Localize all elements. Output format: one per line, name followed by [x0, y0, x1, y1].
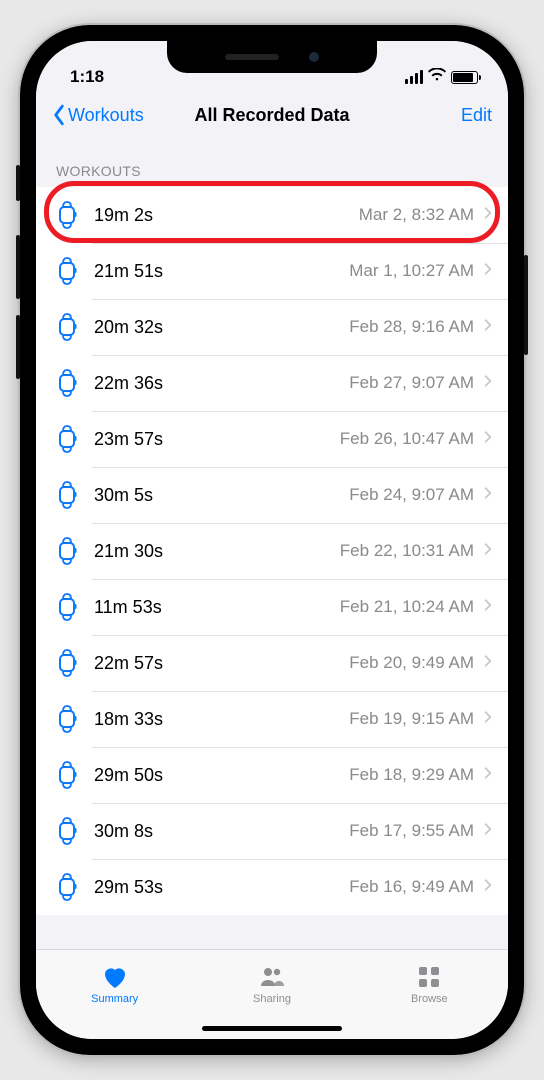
cellular-icon	[405, 70, 423, 84]
watch-icon	[54, 423, 80, 455]
workout-row[interactable]: 22m 57s Feb 20, 9:49 AM	[36, 635, 508, 691]
watch-icon	[54, 535, 80, 567]
workout-date: Feb 28, 9:16 AM	[349, 317, 474, 337]
chevron-right-icon	[484, 598, 492, 617]
workout-row[interactable]: 29m 50s Feb 18, 9:29 AM	[36, 747, 508, 803]
workout-duration: 20m 32s	[94, 317, 163, 338]
workout-date: Mar 2, 8:32 AM	[359, 205, 474, 225]
workout-row[interactable]: 30m 8s Feb 17, 9:55 AM	[36, 803, 508, 859]
workout-row[interactable]: 19m 2s Mar 2, 8:32 AM	[36, 187, 508, 243]
chevron-right-icon	[484, 318, 492, 337]
workout-duration: 21m 51s	[94, 261, 163, 282]
watch-icon	[54, 199, 80, 231]
heart-icon	[101, 964, 129, 990]
workout-duration: 30m 8s	[94, 821, 153, 842]
tab-browse[interactable]: Browse	[351, 950, 508, 1019]
tab-label: Browse	[411, 993, 448, 1005]
watch-icon	[54, 703, 80, 735]
mute-switch	[16, 165, 20, 201]
workout-date: Feb 18, 9:29 AM	[349, 765, 474, 785]
chevron-right-icon	[484, 878, 492, 897]
tab-summary[interactable]: Summary	[36, 950, 193, 1019]
edit-button[interactable]: Edit	[461, 105, 492, 126]
workout-date: Feb 21, 10:24 AM	[340, 597, 474, 617]
watch-icon	[54, 367, 80, 399]
watch-icon	[54, 311, 80, 343]
chevron-right-icon	[484, 654, 492, 673]
workout-row[interactable]: 20m 32s Feb 28, 9:16 AM	[36, 299, 508, 355]
chevron-right-icon	[484, 710, 492, 729]
workout-row[interactable]: 18m 33s Feb 19, 9:15 AM	[36, 691, 508, 747]
workout-row[interactable]: 23m 57s Feb 26, 10:47 AM	[36, 411, 508, 467]
volume-up	[16, 235, 20, 299]
watch-icon	[54, 591, 80, 623]
watch-icon	[54, 871, 80, 903]
workout-row[interactable]: 29m 53s Feb 16, 9:49 AM	[36, 859, 508, 915]
watch-icon	[54, 479, 80, 511]
back-label: Workouts	[68, 105, 144, 126]
notch	[167, 41, 377, 73]
chevron-right-icon	[484, 374, 492, 393]
workout-duration: 30m 5s	[94, 485, 153, 506]
watch-icon	[54, 815, 80, 847]
screen: 1:18 Workouts All Recorded Data Edit	[36, 41, 508, 1039]
workout-list: 19m 2s Mar 2, 8:32 AM 21m 51s Mar 1, 10:27 …	[36, 187, 508, 915]
workout-date: Feb 20, 9:49 AM	[349, 653, 474, 673]
back-button[interactable]: Workouts	[52, 104, 144, 126]
section-header: WORKOUTS	[36, 141, 508, 187]
workout-row[interactable]: 21m 51s Mar 1, 10:27 AM	[36, 243, 508, 299]
chevron-right-icon	[484, 486, 492, 505]
nav-bar: Workouts All Recorded Data Edit	[36, 89, 508, 141]
chevron-right-icon	[484, 822, 492, 841]
workout-date: Feb 22, 10:31 AM	[340, 541, 474, 561]
content-area[interactable]: WORKOUTS 19m 2s Mar 2, 8:32 AM 21m 51s Mar …	[36, 141, 508, 949]
grid-icon	[415, 964, 443, 990]
workout-duration: 18m 33s	[94, 709, 163, 730]
tab-label: Summary	[91, 993, 138, 1005]
chevron-left-icon	[52, 104, 66, 126]
chevron-right-icon	[484, 430, 492, 449]
workout-duration: 23m 57s	[94, 429, 163, 450]
tab-label: Sharing	[253, 993, 291, 1005]
workout-date: Feb 26, 10:47 AM	[340, 429, 474, 449]
volume-down	[16, 315, 20, 379]
workout-row[interactable]: 21m 30s Feb 22, 10:31 AM	[36, 523, 508, 579]
watch-icon	[54, 759, 80, 791]
chevron-right-icon	[484, 262, 492, 281]
chevron-right-icon	[484, 766, 492, 785]
workout-duration: 21m 30s	[94, 541, 163, 562]
tab-sharing[interactable]: Sharing	[193, 950, 350, 1019]
workout-duration: 19m 2s	[94, 205, 153, 226]
watch-icon	[54, 255, 80, 287]
status-time: 1:18	[70, 67, 104, 87]
workout-date: Feb 17, 9:55 AM	[349, 821, 474, 841]
battery-icon	[451, 71, 478, 84]
workout-duration: 11m 53s	[94, 597, 162, 618]
workout-date: Feb 16, 9:49 AM	[349, 877, 474, 897]
people-icon	[258, 964, 286, 990]
workout-row[interactable]: 22m 36s Feb 27, 9:07 AM	[36, 355, 508, 411]
chevron-right-icon	[484, 542, 492, 561]
workout-duration: 29m 50s	[94, 765, 163, 786]
workout-date: Feb 19, 9:15 AM	[349, 709, 474, 729]
workout-date: Feb 27, 9:07 AM	[349, 373, 474, 393]
workout-duration: 22m 57s	[94, 653, 163, 674]
workout-duration: 22m 36s	[94, 373, 163, 394]
workout-duration: 29m 53s	[94, 877, 163, 898]
home-indicator[interactable]	[202, 1026, 342, 1031]
workout-date: Mar 1, 10:27 AM	[349, 261, 474, 281]
workout-row[interactable]: 11m 53s Feb 21, 10:24 AM	[36, 579, 508, 635]
power-button	[524, 255, 528, 355]
wifi-icon	[428, 67, 446, 87]
workout-date: Feb 24, 9:07 AM	[349, 485, 474, 505]
workout-row[interactable]: 30m 5s Feb 24, 9:07 AM	[36, 467, 508, 523]
chevron-right-icon	[484, 206, 492, 225]
watch-icon	[54, 647, 80, 679]
phone-frame: 1:18 Workouts All Recorded Data Edit	[20, 25, 524, 1055]
